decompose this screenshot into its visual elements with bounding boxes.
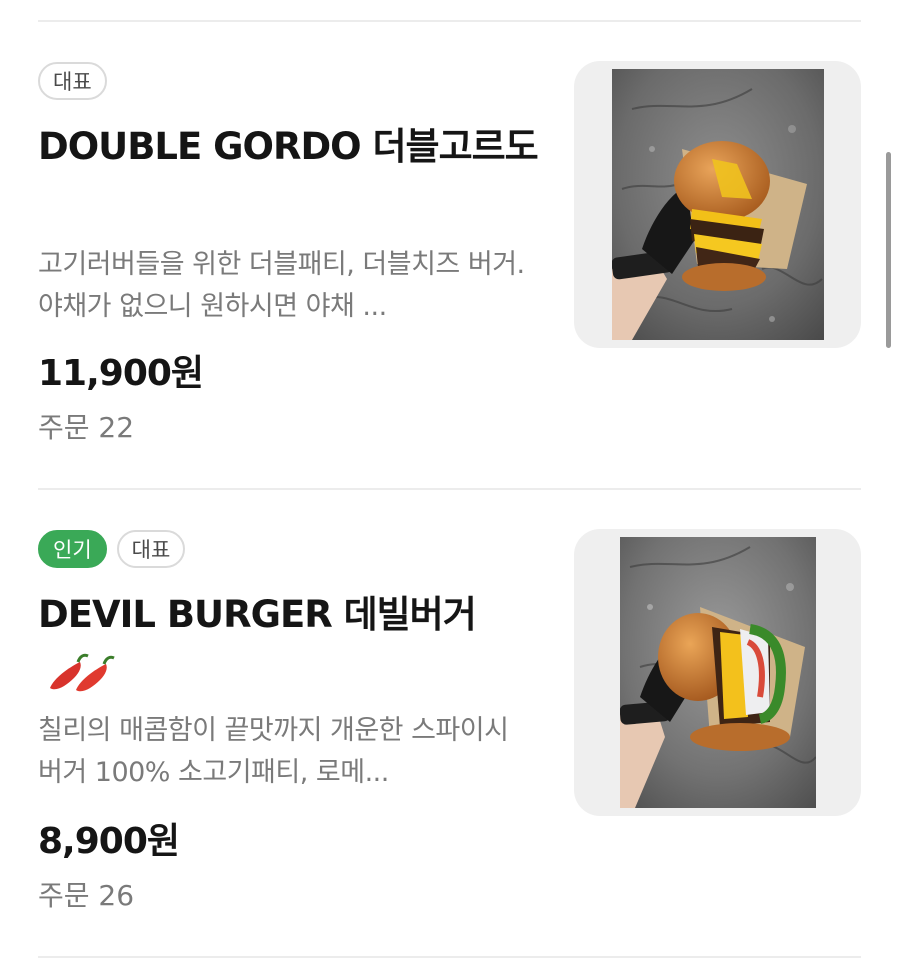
- badge-group: 대표: [38, 62, 107, 100]
- signature-badge: 대표: [38, 62, 107, 100]
- signature-badge: 대표: [116, 530, 186, 568]
- popular-badge: 인기: [38, 530, 107, 568]
- menu-item-double-gordo[interactable]: 대표 DOUBLE GORDO 더블고르도 고기러버들을 위한 더블패티, 더블…: [0, 22, 900, 490]
- menu-item-title: DOUBLE GORDO 더블고르도: [38, 125, 539, 168]
- menu-item-thumbnail[interactable]: [574, 61, 861, 348]
- menu-item-thumbnail[interactable]: [574, 529, 861, 816]
- menu-item-price: 11,900원: [38, 353, 204, 394]
- menu-item-order-count: 주문 22: [38, 411, 135, 444]
- menu-item-devil-burger[interactable]: 인기 대표 DEVIL BURGER 데빌버거 칠리의 매콤함이 끝맛까지 개운…: [0, 490, 900, 958]
- menu-item-description: 고기러버들을 위한 더블패티, 더블치즈 버거. 야채가 없으니 원하시면 야채…: [38, 249, 525, 322]
- menu-item-title: DEVIL BURGER 데빌버거: [38, 593, 477, 636]
- scrollbar[interactable]: [886, 152, 891, 348]
- menu-item-description: 칠리의 매콤함이 끝맛까지 개운한 스파이시 버거 100% 소고기패티, 로메…: [38, 715, 509, 788]
- burger-photo: [612, 69, 824, 340]
- menu-item-price: 8,900원: [38, 821, 180, 862]
- badge-group: 인기 대표: [38, 530, 186, 568]
- bottom-divider: [38, 956, 861, 958]
- burger-photo: [620, 537, 816, 808]
- chili-pepper-icon: [50, 653, 115, 692]
- menu-item-order-count: 주문 26: [38, 879, 135, 912]
